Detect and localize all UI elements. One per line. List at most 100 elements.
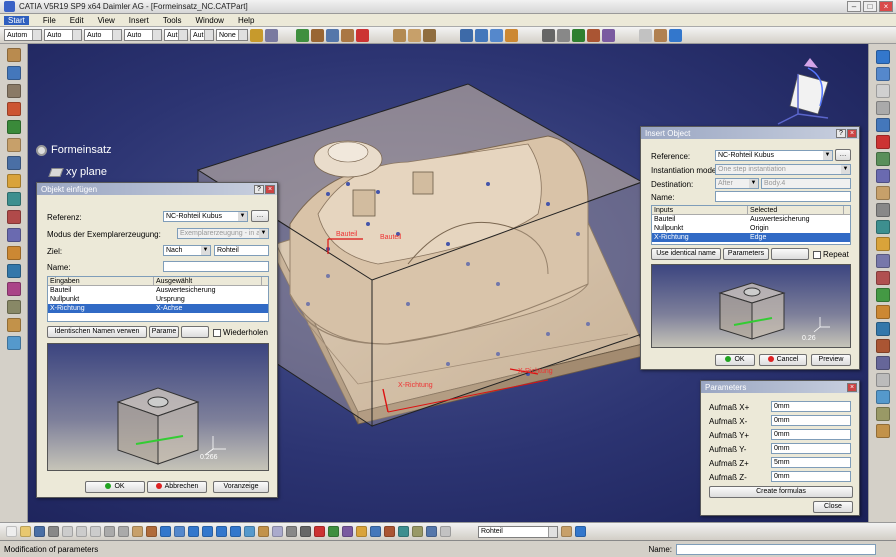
param-aufmass-z-minus[interactable]: 0mm [771, 471, 851, 482]
toolbar-combo-5[interactable]: Aut [164, 29, 188, 41]
symmetry-icon[interactable] [875, 356, 890, 370]
dialog-de-parameter-button[interactable]: Parame [149, 326, 179, 338]
thread-icon[interactable] [6, 192, 21, 206]
table-row[interactable]: Nullpunkt Ursprung [48, 295, 268, 304]
table-row[interactable]: X-Richtung Edge [652, 233, 850, 242]
dialog-de-referenz-select[interactable]: NC-Rohteil Kubus [163, 211, 248, 222]
table-row[interactable]: Nullpunkt Origin [652, 224, 850, 233]
copy-icon[interactable] [76, 526, 87, 537]
create-formulas-button[interactable]: Create formulas [709, 486, 853, 498]
extract-icon[interactable] [875, 305, 890, 319]
update-icon[interactable] [132, 526, 143, 537]
pad-icon[interactable] [393, 28, 406, 42]
param-aufmass-z-plus[interactable]: 5mm [771, 457, 851, 468]
menu-insert[interactable]: Insert [129, 16, 149, 25]
dialog-en-browse-icon[interactable]: … [835, 149, 851, 161]
dialog-en-col-selected[interactable]: Selected [748, 206, 844, 214]
properties-icon[interactable] [265, 28, 278, 42]
view-icon[interactable] [639, 28, 652, 42]
dialog-de-close-icon[interactable]: × [265, 184, 275, 194]
dialog-en-close-icon[interactable]: × [847, 128, 857, 138]
minimize-icon[interactable]: – [847, 1, 861, 12]
circle-icon[interactable] [875, 424, 890, 438]
open-icon[interactable] [20, 526, 31, 537]
table-icon[interactable] [412, 526, 423, 537]
point-icon[interactable] [875, 50, 890, 64]
red-tool-icon[interactable] [356, 28, 369, 42]
sphere-icon[interactable] [296, 28, 309, 42]
dialog-en-name-field[interactable] [715, 191, 851, 202]
boolean-icon[interactable] [6, 282, 21, 296]
line-icon[interactable] [875, 67, 890, 81]
param-aufmass-y-plus[interactable]: 0mm [771, 429, 851, 440]
projection-icon[interactable] [875, 101, 890, 115]
parameters-titlebar[interactable]: Parameters × [701, 381, 859, 393]
part-icon[interactable] [311, 28, 324, 42]
menu-tools[interactable]: Tools [163, 16, 182, 25]
hole-icon[interactable] [6, 84, 21, 98]
spline-icon[interactable] [875, 407, 890, 421]
menu-help[interactable]: Help [238, 16, 254, 25]
apply-material-icon[interactable] [342, 526, 353, 537]
annotation-icon[interactable] [6, 318, 21, 332]
pad-icon[interactable] [6, 48, 21, 62]
menu-edit[interactable]: Edit [70, 16, 84, 25]
dialog-de-ziel-target[interactable]: Rohteil [214, 245, 269, 256]
dialog-de-col-ausgewaehlt[interactable]: Ausgewählt [154, 277, 262, 285]
dialog-en-help-icon[interactable]: ? [836, 128, 846, 138]
render-icon[interactable] [654, 28, 667, 42]
menu-window[interactable]: Window [196, 16, 224, 25]
dialog-en-cancel-button[interactable]: Cancel [759, 354, 807, 366]
point-icon[interactable] [460, 28, 473, 42]
dialog-de-browse-icon[interactable]: … [251, 210, 269, 222]
constraint-icon[interactable] [6, 300, 21, 314]
plane-icon[interactable] [875, 84, 890, 98]
dialog-de-abbrechen-button[interactable]: Abbrechen [147, 481, 207, 493]
insert-object-dialog-en[interactable]: Insert Object ? × Reference: NC-Rohteil K… [640, 126, 860, 370]
paint-icon[interactable] [250, 28, 263, 42]
parameters-close-icon[interactable]: × [847, 382, 857, 392]
dialog-en-parameters-button[interactable]: Parameters [723, 248, 769, 260]
fly-icon[interactable] [160, 526, 171, 537]
swap-space-icon[interactable] [300, 526, 311, 537]
translate-icon[interactable] [875, 322, 890, 336]
remove-face-icon[interactable] [6, 210, 21, 224]
dialog-de-voranzeige-button[interactable]: Voranzeige [213, 481, 269, 493]
dialog-de-titlebar[interactable]: Objekt einfügen ? × [37, 183, 277, 195]
formula-icon[interactable] [587, 28, 600, 42]
measure-icon[interactable] [505, 28, 518, 42]
hide-show-icon[interactable] [286, 526, 297, 537]
maximize-icon[interactable]: □ [863, 1, 877, 12]
save-icon[interactable] [34, 526, 45, 537]
menu-view[interactable]: View [98, 16, 115, 25]
blend-icon[interactable] [875, 220, 890, 234]
check-icon[interactable] [398, 526, 409, 537]
table-icon[interactable] [557, 28, 570, 42]
dialog-en-preview[interactable]: 0.26 [651, 264, 851, 348]
toolbar-combo-1[interactable]: Autom [4, 29, 42, 41]
status-name-field[interactable] [676, 543, 876, 555]
pattern-icon[interactable] [6, 246, 21, 260]
part-body-icon[interactable] [440, 526, 451, 537]
grid-icon[interactable] [542, 28, 555, 42]
pocket-icon[interactable] [408, 28, 421, 42]
menu-start[interactable]: Start [4, 15, 29, 25]
table-row[interactable]: Bauteil Auswertesicherung [652, 215, 850, 224]
toolbar-combo-6[interactable]: Aut [190, 29, 214, 41]
axis-system-icon[interactable] [875, 373, 890, 387]
sweep-icon[interactable] [875, 186, 890, 200]
dialog-en-titlebar[interactable]: Insert Object ? × [641, 127, 859, 139]
dialog-de-preview[interactable]: 0.266 [47, 343, 269, 471]
scale-icon[interactable] [6, 264, 21, 278]
sketch-icon[interactable] [326, 28, 339, 42]
dialog-de-ok-button[interactable]: OK [85, 481, 145, 493]
dialog-en-ok-button[interactable]: OK [715, 354, 755, 366]
zoom-in-icon[interactable] [216, 526, 227, 537]
parameters-dialog[interactable]: Parameters × Aufmaß X+ 0mm Aufmaß X- 0mm… [700, 380, 860, 516]
toolbar-combo-4[interactable]: Auto [124, 29, 162, 41]
print-icon[interactable] [48, 526, 59, 537]
shading-icon[interactable] [272, 526, 283, 537]
dialog-en-reference-select[interactable]: NC-Rohteil Kubus [715, 150, 833, 161]
dialog-de-identische-namen-button[interactable]: Identischen Namen verwen [47, 326, 147, 338]
rotate-icon[interactable] [875, 339, 890, 353]
